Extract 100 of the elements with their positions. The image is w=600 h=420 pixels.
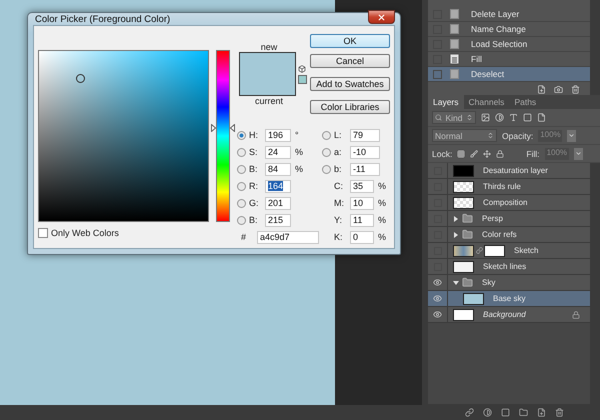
web-safe-swatch[interactable] [298, 75, 307, 84]
input-field[interactable]: 0 [350, 230, 374, 244]
history-item[interactable]: Deselect [428, 67, 590, 82]
lock-icon[interactable] [496, 150, 504, 158]
eye-icon[interactable] [433, 294, 442, 303]
layer-name: Thirds rule [483, 182, 521, 191]
field-label: G: [249, 198, 260, 208]
radio-button[interactable] [237, 198, 246, 208]
field-value: 201 [268, 198, 284, 208]
layer-row[interactable]: Thirds rule [428, 179, 590, 195]
mask-icon[interactable] [500, 408, 510, 416]
field-value: 164 [268, 181, 284, 191]
radio-button[interactable] [237, 130, 246, 140]
camera-icon[interactable] [554, 84, 563, 94]
field-label: M: [334, 198, 345, 208]
brush-icon[interactable] [470, 150, 478, 158]
input-field[interactable]: 10 [350, 196, 374, 210]
blend-mode-dropdown[interactable]: Normal [432, 129, 497, 142]
link-icon [476, 247, 483, 254]
history-item[interactable]: Name Change [428, 22, 590, 37]
eye-icon[interactable] [433, 278, 442, 287]
history-item[interactable]: Load Selection [428, 37, 590, 52]
panel-tab[interactable]: Paths [509, 95, 542, 109]
new-layer-icon[interactable] [536, 408, 546, 416]
disclosure-triangle-icon[interactable] [453, 216, 459, 222]
dialog-button[interactable]: OK [310, 34, 390, 48]
folder-icon[interactable] [518, 408, 528, 416]
history-label: Name Change [471, 24, 526, 34]
layer-row[interactable]: Background [428, 307, 590, 323]
checkbox-label: Only Web Colors [51, 228, 119, 238]
radio-button[interactable] [322, 164, 331, 174]
text-icon[interactable] [509, 113, 518, 122]
disclosure-triangle-icon[interactable] [453, 280, 459, 286]
square-icon[interactable] [523, 113, 532, 122]
updown-caret-icon [487, 132, 494, 139]
radio-button[interactable] [322, 148, 331, 156]
layer-row[interactable]: Sky [428, 275, 590, 291]
trash-icon[interactable] [554, 408, 564, 416]
layer-row[interactable]: Composition [428, 195, 590, 211]
layer-row[interactable]: Base sky [428, 291, 590, 307]
input-field[interactable]: 11 [350, 214, 374, 226]
input-field[interactable]: 84 [265, 162, 291, 176]
input-field[interactable]: 35 [350, 180, 374, 192]
radio-button[interactable] [322, 130, 331, 140]
half-circle-icon[interactable] [495, 113, 504, 122]
color-field[interactable] [38, 50, 209, 222]
filter-dropdown[interactable]: Kind [432, 111, 476, 124]
link-icon[interactable] [464, 408, 474, 416]
input-field[interactable]: 215 [265, 214, 291, 226]
layer-row[interactable]: Sketch [428, 243, 590, 259]
field-label: B: [249, 164, 259, 174]
move-icon[interactable] [483, 150, 492, 158]
history-item[interactable]: Delete Layer [428, 7, 590, 22]
document-icon[interactable] [537, 113, 546, 122]
layer-thumbnail [463, 292, 484, 304]
layer-row[interactable]: Sketch lines [428, 259, 590, 275]
close-button[interactable] [368, 10, 395, 24]
panel-tab[interactable]: Channels [464, 95, 510, 109]
layer-thumbnail [453, 164, 474, 176]
layer-row[interactable]: Color refs [428, 227, 590, 243]
input-field[interactable]: 79 [350, 128, 380, 142]
radio-button[interactable] [237, 148, 246, 156]
checkbox[interactable] [38, 228, 48, 238]
input-field[interactable]: 201 [265, 196, 291, 210]
field-label: B: [249, 215, 259, 225]
layer-name: Sketch [514, 246, 538, 255]
input-field[interactable]: 164 [265, 180, 291, 192]
dialog-button[interactable]: Color Libraries [310, 100, 390, 114]
field-value: 215 [268, 215, 284, 225]
hex-input-field[interactable]: a4c9d7 [257, 230, 319, 244]
input-field[interactable]: -10 [350, 146, 380, 158]
history-item[interactable]: Fill [428, 52, 590, 67]
unit-label: ° [294, 130, 300, 140]
eye-icon[interactable] [433, 310, 442, 319]
folder-icon [462, 229, 473, 240]
input-field[interactable]: 24 [265, 146, 291, 158]
dialog-button[interactable]: Cancel [310, 54, 390, 68]
disclosure-triangle-icon[interactable] [453, 232, 459, 238]
radio-button[interactable] [237, 164, 246, 174]
input-field[interactable]: 196 [265, 128, 291, 142]
radio-button[interactable] [237, 182, 246, 190]
dialog-button[interactable]: Add to Swatches [310, 77, 390, 91]
input-field[interactable]: -11 [350, 162, 380, 176]
layer-name: Sketch lines [483, 262, 526, 271]
new-label: new [260, 42, 278, 52]
layer-row[interactable]: Persp [428, 211, 590, 227]
layer-thumbnail [453, 196, 474, 208]
image-icon[interactable] [481, 113, 490, 122]
trash-icon[interactable] [571, 84, 580, 94]
history-label: Fill [471, 54, 482, 64]
panel-tab[interactable]: Layers [428, 95, 464, 109]
layer-name: Color refs [482, 230, 517, 239]
half-circle-icon[interactable] [482, 408, 492, 416]
history-label: Delete Layer [471, 9, 520, 19]
new-document-icon[interactable] [537, 84, 546, 94]
radio-button[interactable] [237, 216, 246, 224]
hue-slider-thumb[interactable] [211, 124, 235, 132]
search-icon [435, 114, 442, 121]
layer-row[interactable]: Desaturation layer [428, 163, 590, 179]
checkerboard-icon[interactable] [457, 150, 466, 158]
